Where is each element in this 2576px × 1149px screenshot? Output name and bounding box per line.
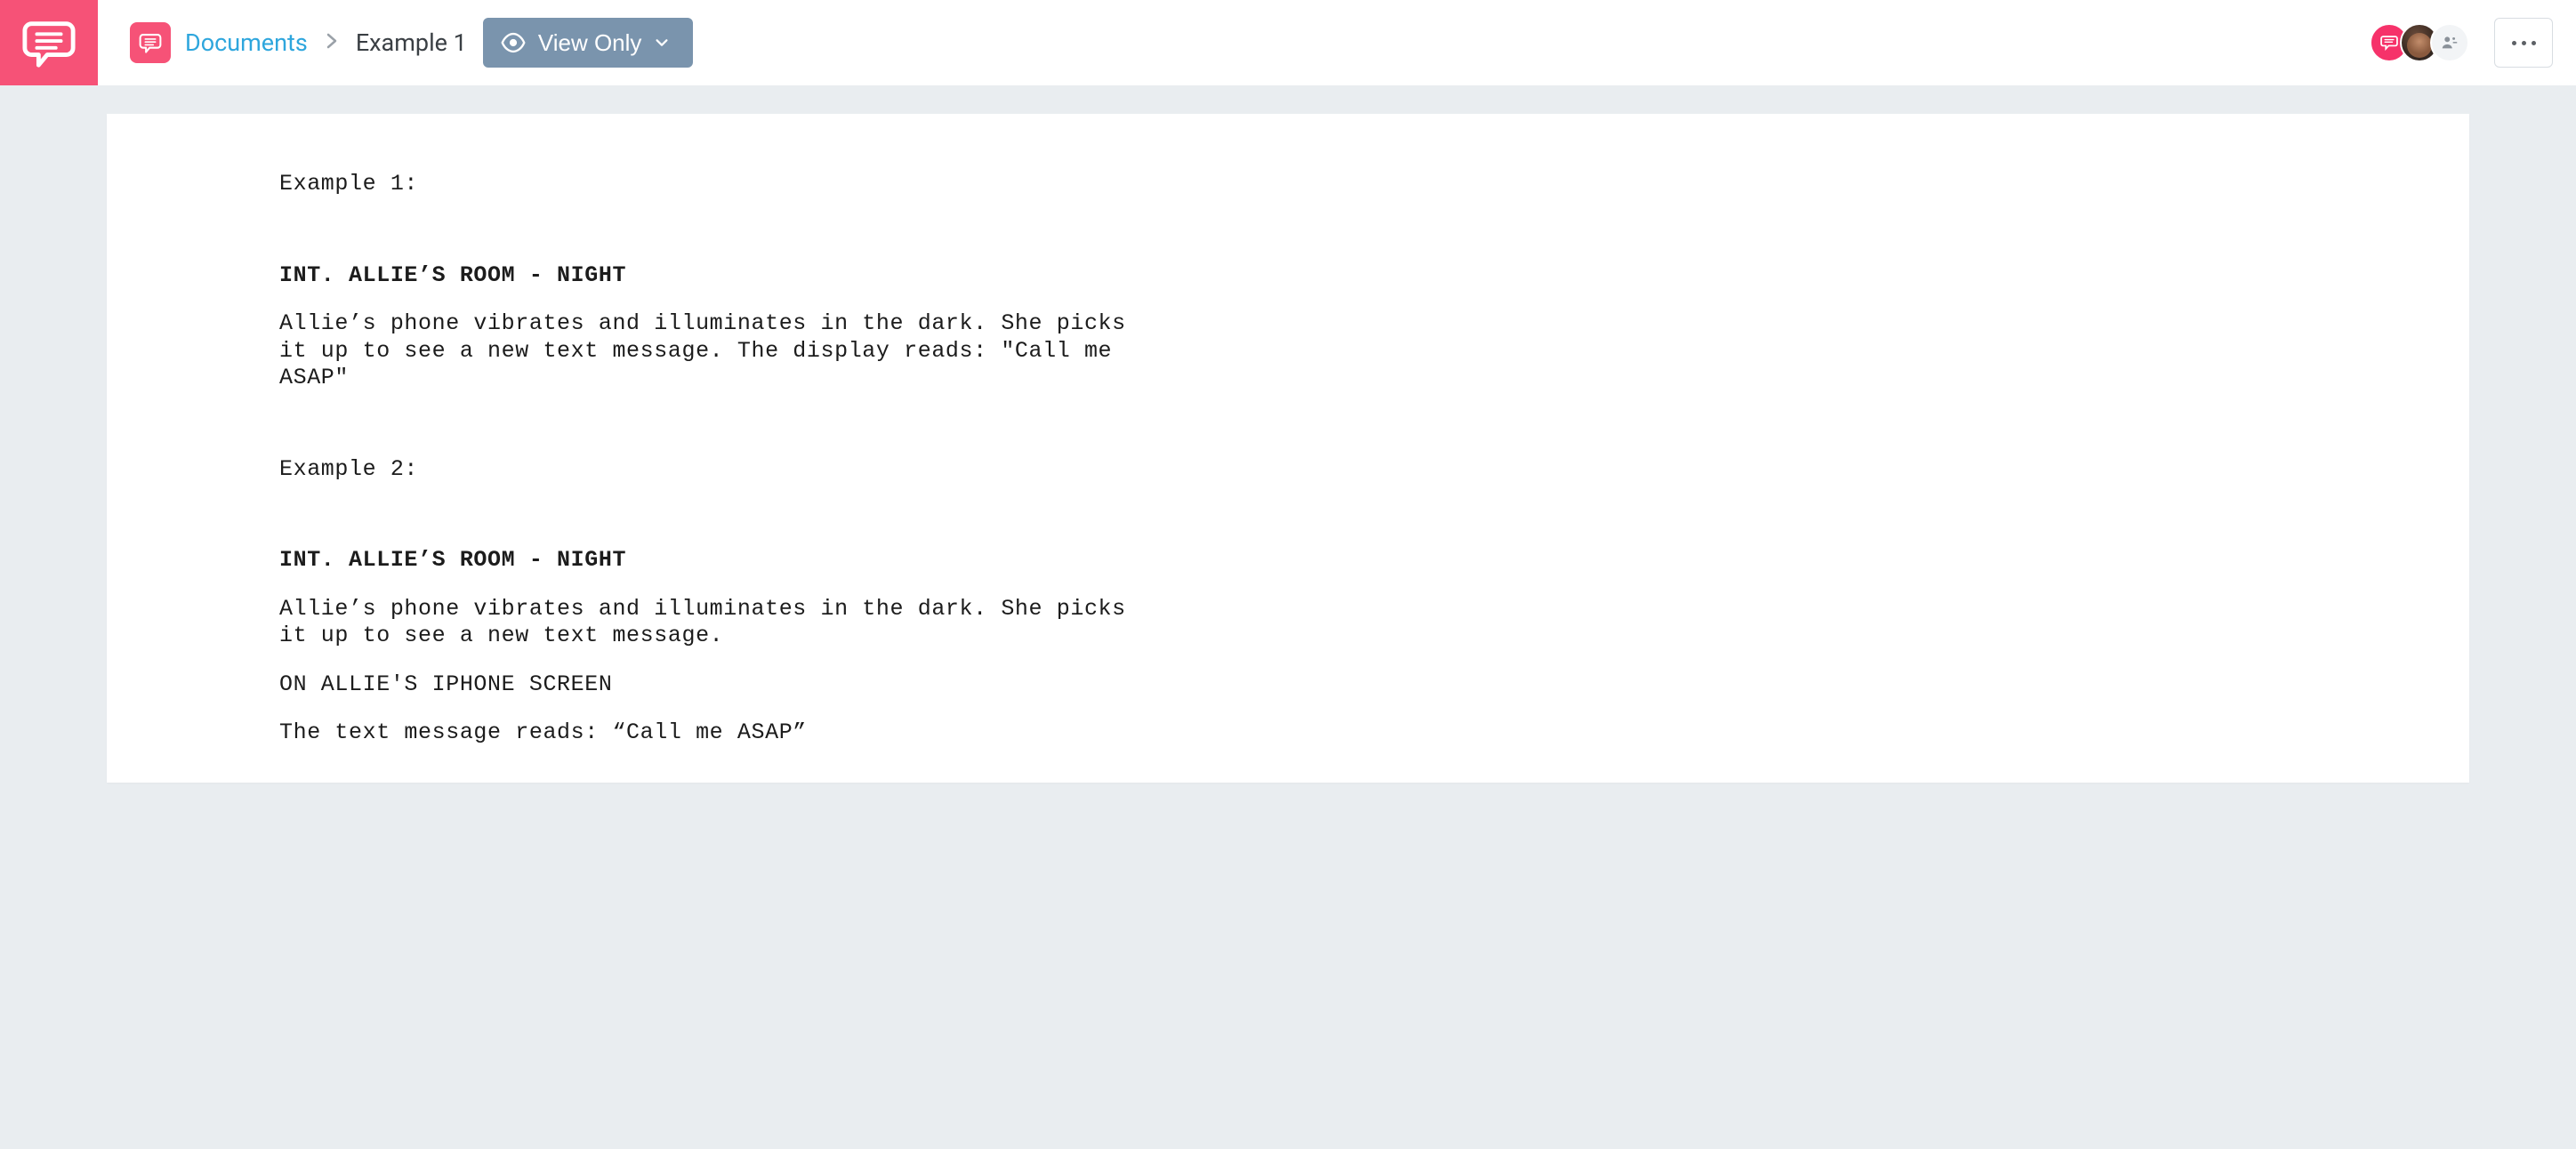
header-right [2370, 18, 2576, 68]
chat-bubble-icon [139, 31, 162, 54]
document-page: Example 1: INT. ALLIE’S ROOM - NIGHT Allie… [107, 114, 2469, 783]
document-canvas: Example 1: INT. ALLIE’S ROOM - NIGHT Allie… [0, 85, 2576, 783]
chevron-down-icon [654, 35, 670, 51]
script-gap [279, 483, 1142, 547]
more-menu-button[interactable] [2494, 18, 2553, 68]
breadcrumb: Documents Example 1 [130, 22, 467, 63]
view-mode-label: View Only [538, 29, 642, 57]
app-logo[interactable] [0, 0, 98, 85]
person-add-icon [2440, 33, 2459, 52]
script-gap [279, 198, 1142, 262]
script-gap [279, 289, 1142, 310]
add-collaborator-button[interactable] [2430, 23, 2469, 62]
dot-icon [2532, 41, 2536, 45]
presence-stack [2370, 23, 2469, 62]
script-gap [279, 650, 1142, 671]
script-line: Allie’s phone vibrates and illuminates i… [279, 596, 1142, 650]
view-mode-button[interactable]: View Only [483, 18, 694, 68]
slugline: INT. ALLIE’S ROOM - NIGHT [279, 547, 1142, 574]
script-line: The text message reads: “Call me ASAP” [279, 719, 1142, 747]
breadcrumb-current: Example 1 [356, 28, 467, 57]
script-line: Allie’s phone vibrates and illuminates i… [279, 310, 1142, 392]
script-line: Example 2: [279, 456, 1142, 484]
script-line: ON ALLIE'S IPHONE SCREEN [279, 671, 1142, 699]
dot-icon [2522, 41, 2526, 45]
script-body: Example 1: INT. ALLIE’S ROOM - NIGHT Allie… [279, 171, 1142, 747]
eye-icon [501, 30, 526, 55]
breadcrumb-root[interactable]: Documents [185, 28, 308, 57]
script-gap [279, 698, 1142, 719]
chat-bubble-icon [21, 15, 76, 70]
script-gap [279, 574, 1142, 596]
top-bar: Documents Example 1 View Only [0, 0, 2576, 85]
script-line: Example 1: [279, 171, 1142, 198]
chat-bubble-icon [2379, 33, 2399, 52]
script-gap [279, 392, 1142, 456]
doc-type-icon[interactable] [130, 22, 171, 63]
chevron-right-icon [322, 30, 342, 55]
slugline: INT. ALLIE’S ROOM - NIGHT [279, 262, 1142, 290]
dot-icon [2512, 41, 2516, 45]
